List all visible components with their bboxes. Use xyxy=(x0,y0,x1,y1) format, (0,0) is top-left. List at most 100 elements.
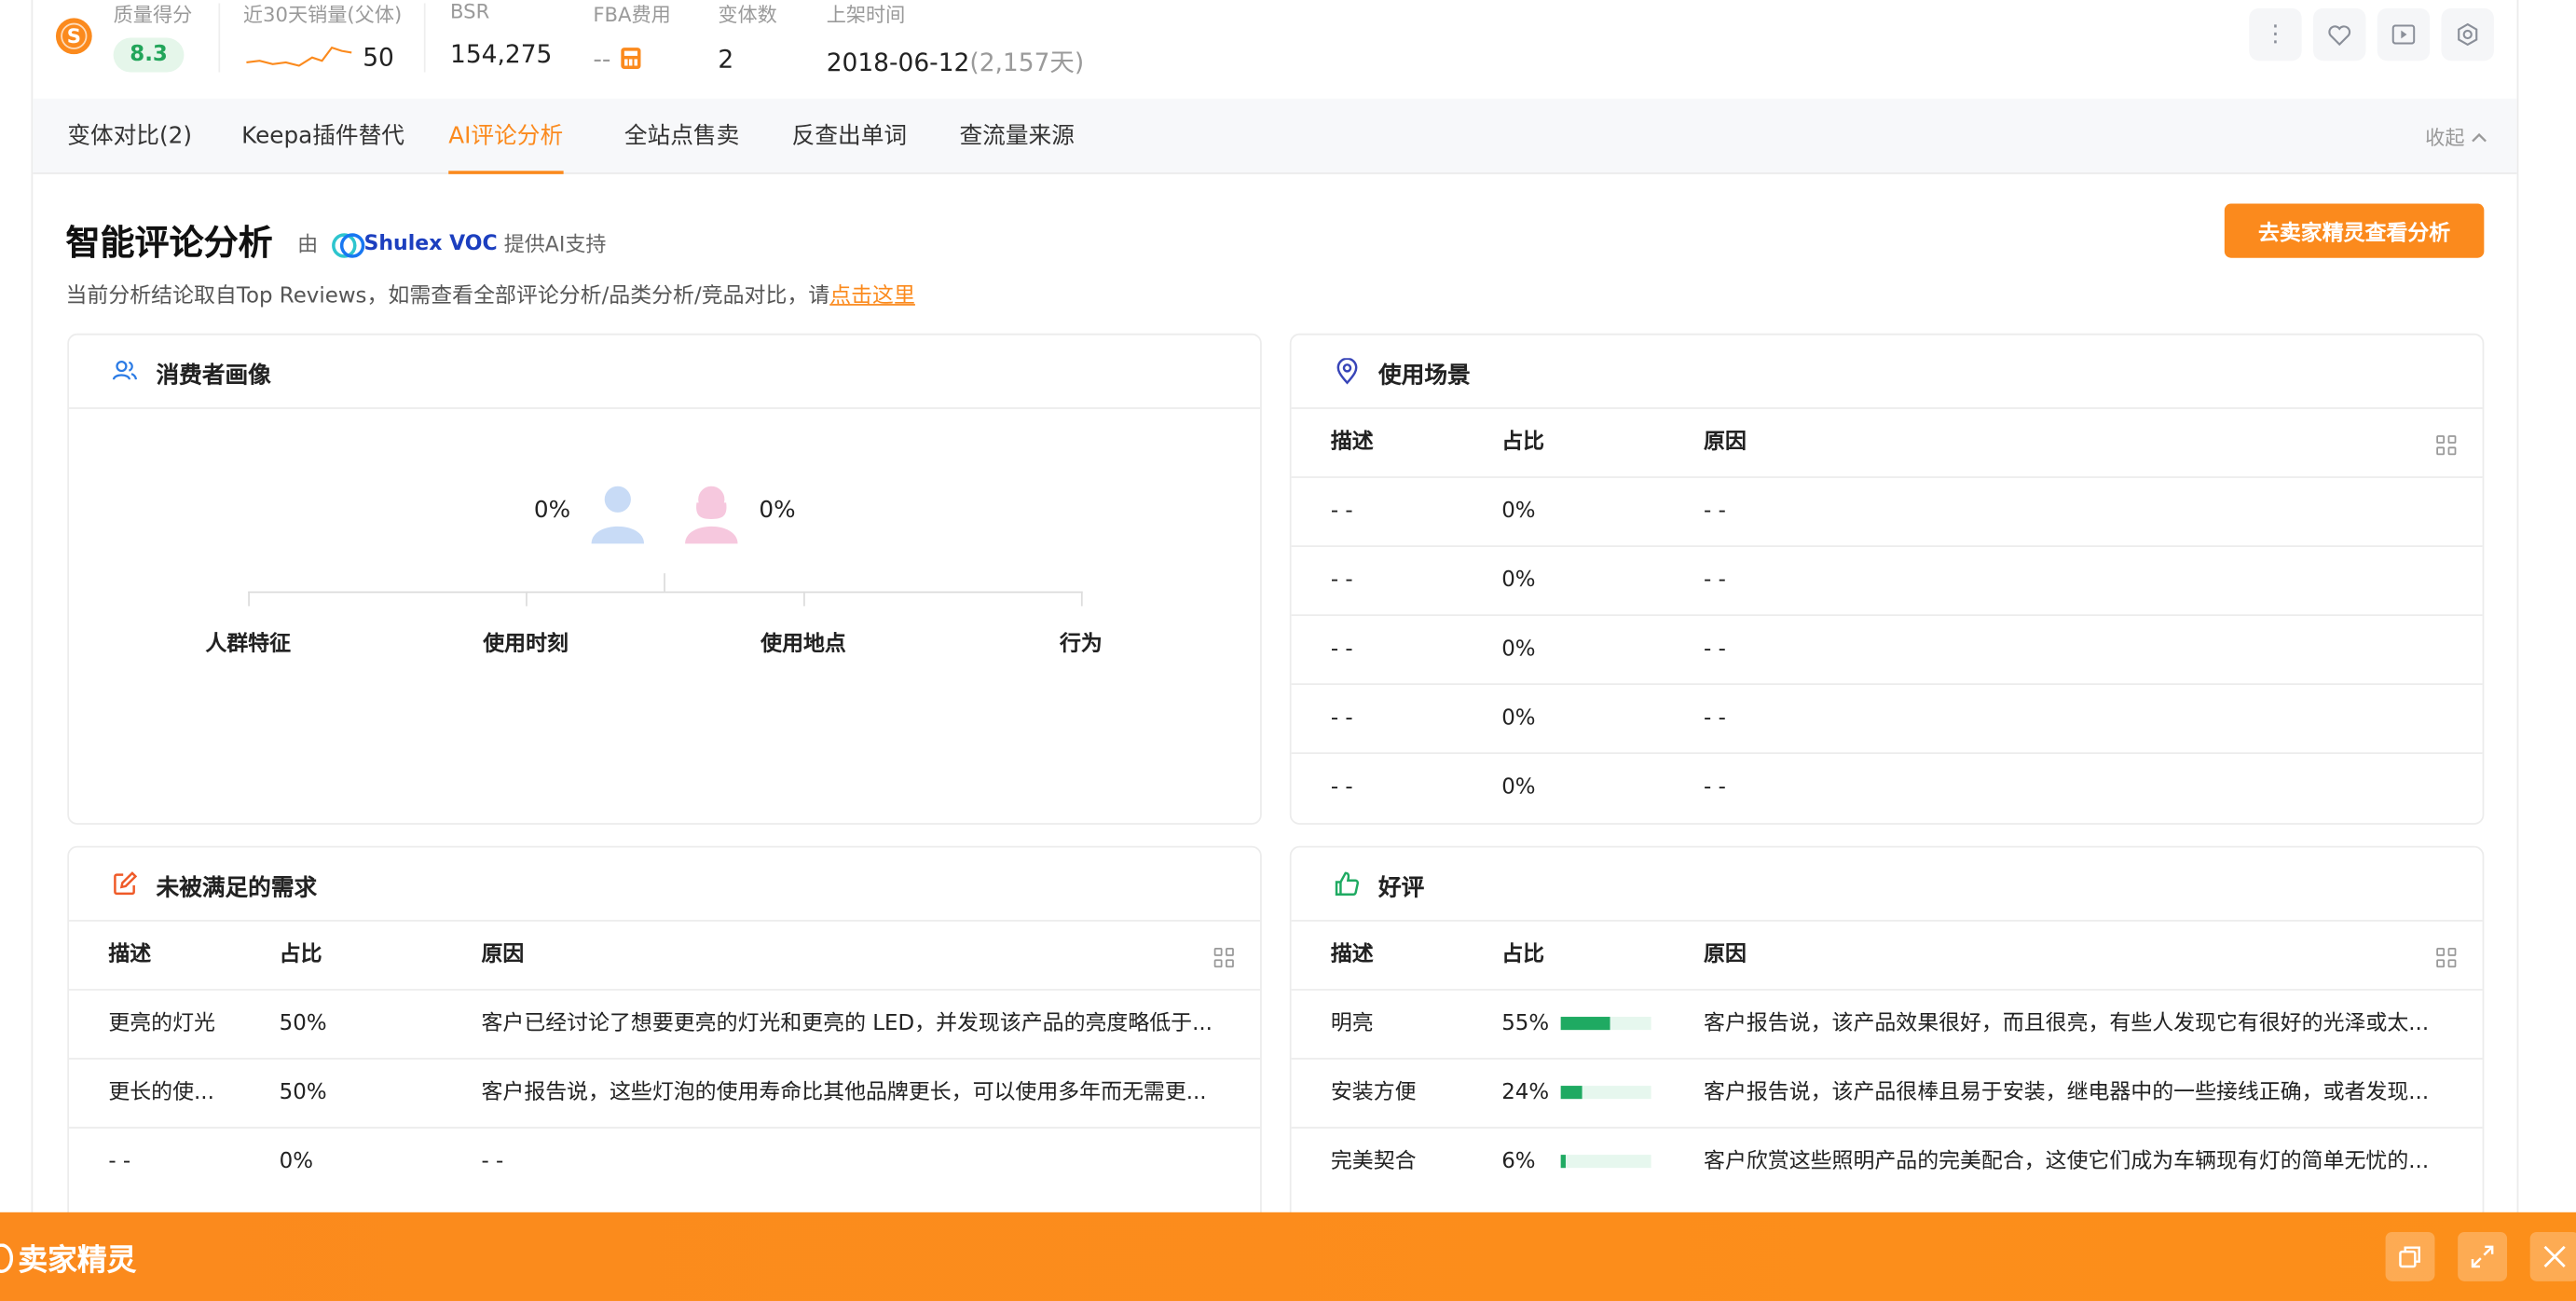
unmet-needs-card: 未被满足的需求 描述 占比 原因 更亮的灯光 50% 客户已经讨论了想要更亮的灯… xyxy=(67,845,1262,1240)
row-ratio-cell: 6% xyxy=(1501,1129,1682,1198)
click-here-link[interactable]: 点击这里 xyxy=(829,284,915,308)
thumbs-up-icon xyxy=(1335,871,1360,896)
row-reason: 客户欣赏这些照明产品的完美配合，这使它们成为车辆现有灯的简单无忧的... xyxy=(1704,1149,2430,1175)
column-reason: 原因 xyxy=(1704,942,1747,968)
product-panel: S 质量得分 8.3 近30天销量(父体) 50 BSR 154,275 FBA… xyxy=(31,0,2519,1301)
table-header: 描述 占比 原因 xyxy=(1291,409,2483,478)
sales-sparkline-icon[interactable] xyxy=(243,41,355,71)
tab-reverse-keywords[interactable]: 反查出单词 xyxy=(792,99,907,174)
ratio-bar-fill xyxy=(1560,1155,1567,1169)
variants-label: 变体数 xyxy=(718,3,777,27)
row-reason: - - xyxy=(1704,499,1726,525)
powered-by-prefix: 由 xyxy=(297,231,319,256)
play-icon[interactable] xyxy=(2377,7,2431,62)
table-row: - - 0% - - xyxy=(1291,616,2483,686)
table-row: 安装方便 24% 客户报告说，该产品很棒且易于安装，继电器中的一些接线正确，或者… xyxy=(1291,1060,2483,1129)
listed-label: 上架时间 xyxy=(826,3,906,27)
quality-score-badge: 8.3 xyxy=(113,37,185,73)
powered-by: 由 Shulex VOC 提供AI支持 xyxy=(297,226,606,257)
table-row: 更亮的灯光 50% 客户已经讨论了想要更亮的灯光和更亮的 LED，并发现该产品的… xyxy=(69,991,1261,1060)
column-reason: 原因 xyxy=(481,942,525,968)
tab-all-sites[interactable]: 全站点售卖 xyxy=(624,99,739,174)
row-desc: 完美契合 xyxy=(1330,1149,1417,1175)
tab-traffic-source[interactable]: 查流量来源 xyxy=(959,99,1074,174)
collapse-button[interactable]: 收起 xyxy=(2425,123,2487,151)
divider xyxy=(218,3,221,73)
heart-icon[interactable] xyxy=(2313,7,2366,62)
sales-label: 近30天销量(父体) xyxy=(242,3,403,27)
row-reason: - - xyxy=(481,1149,504,1175)
table-header: 描述 占比 原因 xyxy=(69,922,1261,991)
grid-view-icon[interactable] xyxy=(1213,948,1234,968)
card-title: 未被满足的需求 xyxy=(156,875,318,902)
tree-line xyxy=(248,591,1083,594)
sales-30d: 近30天销量(父体) 50 xyxy=(243,0,402,73)
row-ratio: 50% xyxy=(279,1011,327,1037)
table-row: 更长的使... 50% 客户报告说，这些灯泡的使用寿命比其他品牌更长，可以使用多… xyxy=(69,1060,1261,1129)
row-desc: - - xyxy=(1330,705,1353,732)
column-ratio: 占比 xyxy=(279,942,322,968)
listed-date: 2018-06-12 xyxy=(826,48,970,77)
column-ratio: 占比 xyxy=(1501,430,1545,456)
table-row: - - 0% - - xyxy=(1292,754,2483,823)
shulex-logo-icon xyxy=(331,231,364,257)
calculator-icon[interactable] xyxy=(621,48,641,70)
tab-keepa[interactable]: Keepa插件替代 xyxy=(241,99,404,174)
row-desc: 更长的使... xyxy=(108,1080,214,1106)
provider-name[interactable]: Shulex VOC xyxy=(363,230,497,254)
page-title: 智能评论分析 xyxy=(65,223,273,264)
branch-demographics: 人群特征 xyxy=(205,632,292,658)
tab-variant-compare[interactable]: 变体对比(2) xyxy=(67,99,192,174)
users-icon xyxy=(112,360,138,380)
bsr-value: 154,275 xyxy=(450,39,553,70)
fba-value: -- xyxy=(593,44,611,75)
row-ratio: 50% xyxy=(279,1080,327,1106)
footer-brand-name: 卖家精灵 xyxy=(18,1243,137,1279)
fba-label: FBA费用 xyxy=(593,3,671,27)
location-pin-icon xyxy=(1336,358,1358,385)
variants-value: 2 xyxy=(718,44,734,75)
consumer-portrait-card: 消费者画像 0% 0% 人群特征 使用时刻 使用地点 行为 xyxy=(67,333,1262,825)
tab-ai-review[interactable]: AI评论分析 xyxy=(448,99,563,174)
row-desc: - - xyxy=(1330,774,1353,801)
row-ratio: 24% xyxy=(1501,1080,1550,1106)
more-vertical-icon[interactable]: ⋮ xyxy=(2249,7,2302,62)
tree-line xyxy=(526,591,528,607)
bsr-label: BSR xyxy=(450,0,490,23)
row-ratio: 0% xyxy=(1501,774,1536,801)
row-ratio: 0% xyxy=(1501,568,1536,594)
card-title: 使用场景 xyxy=(1377,363,1471,390)
column-reason: 原因 xyxy=(1704,430,1747,456)
view-analysis-button[interactable]: 去卖家精灵查看分析 xyxy=(2224,203,2485,258)
tab-bar: 变体对比(2) Keepa插件替代 AI评论分析 全站点售卖 反查出单词 查流量… xyxy=(33,98,2517,174)
expand-icon[interactable] xyxy=(2458,1231,2508,1281)
row-desc: - - xyxy=(108,1149,131,1175)
column-ratio: 占比 xyxy=(1501,942,1545,968)
card-header: 消费者画像 xyxy=(69,336,1261,409)
branch-usage-time: 使用时刻 xyxy=(483,632,569,658)
gear-icon[interactable] xyxy=(2441,7,2494,62)
row-reason: 客户报告说，该产品很棒且易于安装，继电器中的一些接线正确，或者发现... xyxy=(1704,1080,2430,1106)
bsr: BSR 154,275 xyxy=(450,0,552,69)
column-desc: 描述 xyxy=(108,942,152,968)
female-percent: 0% xyxy=(759,498,796,525)
row-reason: - - xyxy=(1704,705,1726,732)
column-desc: 描述 xyxy=(1330,430,1374,456)
row-reason: - - xyxy=(1704,637,1726,663)
grid-view-icon[interactable] xyxy=(2436,948,2457,968)
card-header: 未被满足的需求 xyxy=(69,848,1261,922)
grid-view-icon[interactable] xyxy=(2436,435,2457,456)
row-ratio: 6% xyxy=(1501,1149,1536,1175)
close-icon[interactable] xyxy=(2529,1231,2576,1281)
table-row: - - 0% - - xyxy=(1291,547,2483,616)
row-reason: 客户报告说，该产品效果很好，而且很亮，有些人发现它有很好的光泽或太... xyxy=(1704,1011,2430,1037)
ratio-bar xyxy=(1560,1155,1651,1169)
restore-window-icon[interactable] xyxy=(2385,1231,2435,1281)
ratio-bar xyxy=(1560,1017,1651,1031)
ratio-bar-fill xyxy=(1560,1017,1610,1031)
variant-count: 变体数 2 xyxy=(718,0,777,75)
table-row: 明亮 55% 客户报告说，该产品效果很好，而且很亮，有些人发现它有很好的光泽或太… xyxy=(1291,991,2483,1060)
branch-usage-place: 使用地点 xyxy=(760,632,846,658)
footer-brand[interactable]: 卖家精灵 xyxy=(0,1237,136,1280)
row-desc: 更亮的灯光 xyxy=(108,1011,215,1037)
